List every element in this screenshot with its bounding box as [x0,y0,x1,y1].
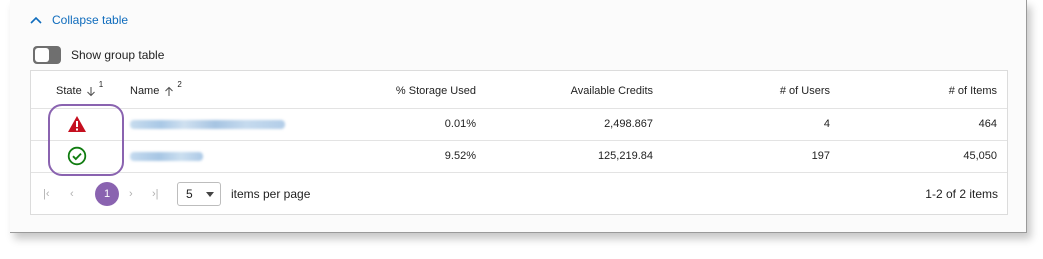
arrow-up-icon [165,86,174,96]
table-row[interactable]: 0.01% 2,498.867 4 464 [31,108,1007,141]
pagination-range: 1-2 of 2 items [925,187,998,201]
users-cell: 197 [811,150,830,162]
arrow-down-icon [86,86,95,96]
items-per-page-label: items per page [231,187,311,201]
items-cell: 45,050 [963,150,997,162]
column-header-name[interactable]: Name 2 [130,74,182,108]
name-header-label: Name [130,85,160,97]
state-highlight-outline [48,104,124,176]
table-row[interactable]: 9.52% 125,219.84 197 45,050 [31,140,1007,173]
caret-down-icon [206,191,214,197]
page-size-select[interactable]: 5 [177,182,221,206]
collapse-label: Collapse table [52,13,129,27]
show-group-table-toggle[interactable] [33,46,61,64]
name-cell-redacted[interactable] [130,108,285,140]
column-header-state[interactable]: State 1 [56,74,103,108]
next-page-icon[interactable]: › [129,176,133,212]
credits-cell: 125,219.84 [597,150,653,162]
users-cell: 4 [823,118,830,130]
credits-header-label: Available Credits [570,85,653,97]
state-header-label: State [56,85,82,97]
items-cell: 464 [978,118,997,130]
last-page-icon[interactable]: ›| [152,176,159,212]
storage-header-label: % Storage Used [395,85,476,97]
collapse-table-button[interactable]: Collapse table [30,13,128,27]
storage-cell: 0.01% [444,118,476,130]
credits-cell: 2,498.867 [604,118,653,130]
name-cell-redacted[interactable] [130,140,203,172]
table-header: State 1 Name 2 % Storage Used Available … [31,74,1007,109]
column-header-users[interactable]: # of Users [780,74,830,108]
data-table: State 1 Name 2 % Storage Used Available … [30,70,1008,215]
column-header-items[interactable]: # of Items [949,74,997,108]
state-sort-order: 1 [98,79,104,89]
page-size-value: 5 [186,187,193,201]
storage-cell: 9.52% [444,150,476,162]
name-sort-order: 2 [177,79,182,89]
chevron-up-icon [30,16,42,24]
page-button-current[interactable]: 1 [95,182,119,206]
pagination-bar: |‹ ‹ 1 › ›| 5 items per page 1-2 of 2 it… [31,176,1007,212]
redacted-name [130,119,285,129]
column-header-credits[interactable]: Available Credits [571,74,653,108]
users-header-label: # of Users [779,85,830,97]
items-header-label: # of Items [948,85,997,97]
column-header-storage[interactable]: % Storage Used [396,74,476,108]
show-group-table-toggle-row: Show group table [33,46,164,64]
toggle-label: Show group table [71,48,165,62]
panel: Collapse table Show group table State 1 … [10,0,1027,233]
redacted-name [130,151,203,161]
prev-page-icon[interactable]: ‹ [70,176,74,212]
first-page-icon[interactable]: |‹ [43,176,50,212]
